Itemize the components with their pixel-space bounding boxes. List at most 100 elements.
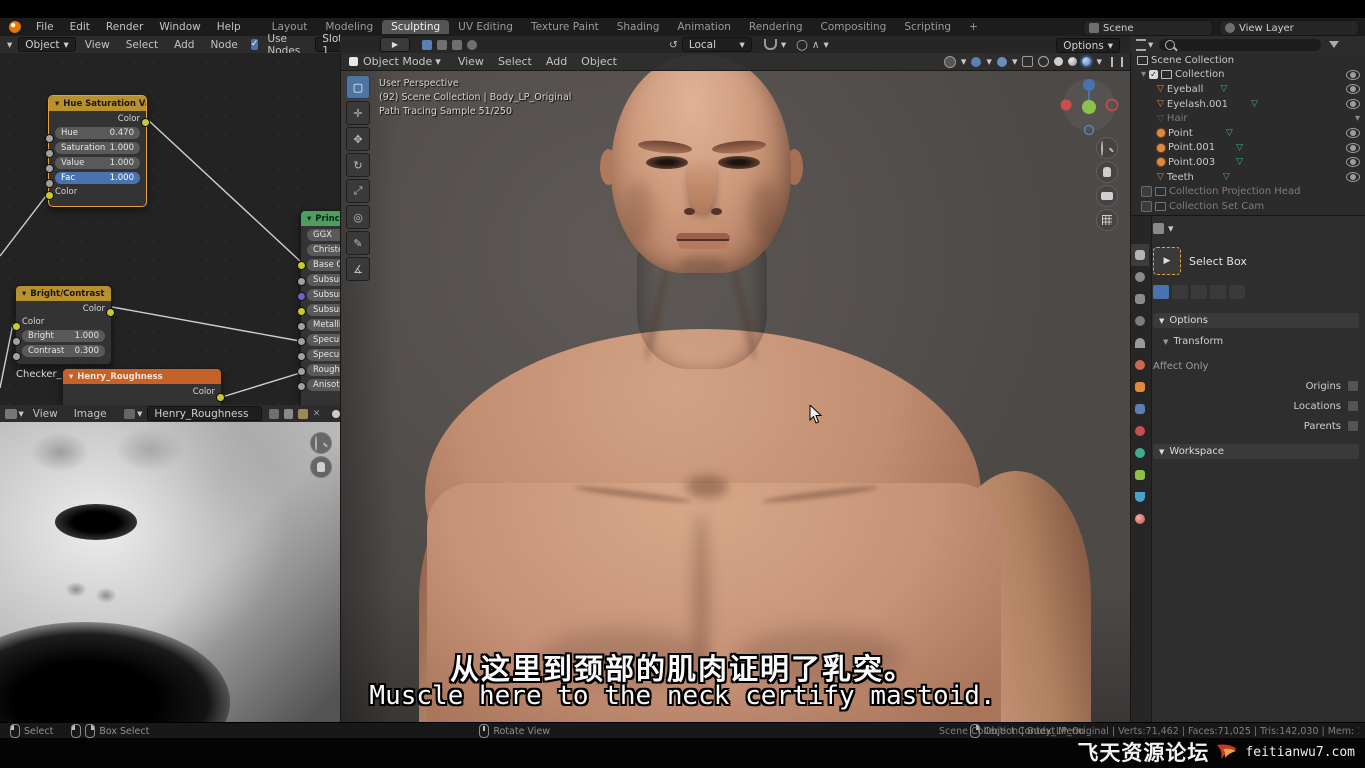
options-section-header[interactable]: ▼ Options	[1153, 313, 1359, 328]
menu-help[interactable]: Help	[209, 21, 249, 33]
brush-display-icon-4[interactable]	[467, 39, 477, 50]
tool-select-box[interactable]: ▢	[346, 75, 370, 99]
tool-annotate[interactable]: ✎	[346, 231, 370, 255]
collection-checkbox[interactable]	[1141, 186, 1152, 198]
scene-selector[interactable]: Scene	[1083, 20, 1213, 36]
tab-output[interactable]	[1131, 288, 1149, 310]
collapse-icon[interactable]: ▾	[69, 372, 73, 382]
subsurface-socket[interactable]	[297, 277, 306, 286]
tab-active-tool[interactable]	[1131, 244, 1149, 266]
new-image-icon[interactable]	[269, 408, 279, 419]
pause-icon[interactable]	[1111, 56, 1123, 67]
metallic-socket[interactable]	[297, 322, 306, 331]
origins-checkbox[interactable]	[1347, 380, 1359, 392]
menu-file[interactable]: File	[28, 21, 62, 33]
distribution-dropdown[interactable]: GGX	[307, 229, 340, 241]
shader-node-editor[interactable]: ▾ Hue Saturation Value Color Hue 0.470 Sa…	[0, 53, 340, 405]
viewport-zoom-button[interactable]	[1096, 137, 1118, 159]
viewport-menu-select[interactable]: Select	[491, 55, 539, 68]
tab-object[interactable]	[1131, 376, 1149, 398]
menu-render[interactable]: Render	[98, 21, 151, 33]
properties-context-path[interactable]: ▾	[1153, 222, 1359, 235]
chevron-down-icon[interactable]: ▾	[1012, 55, 1018, 68]
chevron-down-icon[interactable]: ▾	[986, 55, 992, 68]
viewport-pan-button[interactable]	[1096, 161, 1118, 183]
node-hue-saturation-value[interactable]: ▾ Hue Saturation Value Color Hue 0.470 Sa…	[45, 95, 150, 207]
collapse-icon[interactable]: ▾	[307, 214, 311, 224]
outliner-row-eyeball[interactable]: ▽ Eyeball ▽	[1131, 82, 1365, 97]
tab-view-layer[interactable]	[1131, 310, 1149, 332]
roughness-row[interactable]: Roughne	[307, 364, 340, 376]
saturation-slider[interactable]: Saturation 1.000	[55, 142, 140, 154]
outliner-row-hair[interactable]: ▽ Hair ▾	[1131, 111, 1365, 126]
tab-animation[interactable]: Animation	[668, 20, 740, 34]
outliner-row-point-003[interactable]: Point.003 ▽	[1131, 155, 1365, 170]
base-color-row[interactable]: Base Col	[307, 259, 340, 271]
outliner-row-collection-set-cam[interactable]: Collection Set Cam	[1131, 199, 1365, 214]
tool-transform[interactable]: ◎	[346, 205, 370, 229]
viewport-3d[interactable]: Object Mode ▾ View Select Add Object ▾ ▾…	[340, 53, 1131, 722]
tab-render[interactable]	[1131, 266, 1149, 288]
contrast-socket[interactable]	[12, 352, 21, 361]
tool-scale[interactable]: ⤢	[346, 179, 370, 203]
viewport-menu-object[interactable]: Object	[574, 55, 624, 68]
parents-checkbox[interactable]	[1347, 420, 1359, 432]
snap-magnet-icon[interactable]	[763, 39, 777, 50]
viewport-menu-view[interactable]: View	[451, 55, 491, 68]
output-socket[interactable]	[141, 118, 150, 127]
options-dropdown[interactable]: Options ▾	[1056, 38, 1120, 53]
select-mode-intersect[interactable]	[1229, 285, 1245, 299]
contrast-slider[interactable]: Contrast 0.300	[22, 345, 105, 357]
node-header[interactable]: ▾ Hue Saturation Value	[49, 96, 146, 111]
image-editor-canvas[interactable]	[0, 422, 340, 722]
proportional-falloff-icon[interactable]: ∧	[812, 39, 820, 51]
base-color-socket[interactable]	[297, 261, 306, 270]
tab-texture-paint[interactable]: Texture Paint	[522, 20, 608, 34]
active-tool-icon-button[interactable]: ▶	[380, 37, 410, 52]
pivot-point-icon[interactable]	[943, 55, 956, 68]
value-socket[interactable]	[45, 164, 54, 173]
output-socket[interactable]	[216, 393, 225, 402]
outliner-row-point-001[interactable]: Point.001 ▽	[1131, 141, 1365, 156]
shader-menu-select[interactable]: Select	[119, 39, 165, 51]
tab-shading[interactable]: Shading	[608, 20, 669, 34]
tab-uv-editing[interactable]: UV Editing	[449, 20, 522, 34]
color-input-socket[interactable]	[12, 322, 21, 331]
outliner-filter-icon[interactable]	[1136, 38, 1146, 51]
menu-edit[interactable]: Edit	[62, 21, 98, 33]
tool-move[interactable]: ✥	[346, 127, 370, 151]
active-tool-thumbnail[interactable]: ▶	[1153, 247, 1181, 275]
brush-display-icon-2[interactable]	[437, 39, 447, 50]
fac-socket[interactable]	[45, 179, 54, 188]
subsurface-row[interactable]: Subsurf	[307, 274, 340, 286]
viewport-menu-add[interactable]: Add	[539, 55, 574, 68]
node-image-texture[interactable]: ▾ Henry_Roughness Color	[62, 368, 225, 405]
eye-icon[interactable]	[1346, 142, 1360, 153]
blender-logo-icon[interactable]	[9, 21, 21, 33]
subsurface-color-row[interactable]: Subsurf	[307, 304, 340, 316]
image-menu-image[interactable]: Image	[67, 408, 114, 420]
filter-funnel-icon[interactable]	[1329, 41, 1340, 48]
hue-slider[interactable]: Hue 0.470	[55, 127, 140, 139]
eye-icon[interactable]	[1346, 84, 1360, 95]
tab-scene[interactable]	[1131, 332, 1149, 354]
menu-window[interactable]: Window	[151, 21, 208, 33]
specular-tint-socket[interactable]	[297, 352, 306, 361]
tab-world[interactable]	[1131, 354, 1149, 376]
transform-orientation-dropdown[interactable]: Local ▾	[681, 37, 752, 52]
tab-modifiers[interactable]	[1131, 398, 1149, 420]
chevron-down-icon[interactable]: ▾	[1148, 39, 1153, 51]
shading-rendered-icon[interactable]	[1082, 57, 1092, 66]
anisotropic-socket[interactable]	[297, 382, 306, 391]
select-mode-extend[interactable]	[1172, 285, 1188, 299]
chevron-down-icon[interactable]: ▾	[961, 55, 967, 68]
subsurface-color-socket[interactable]	[297, 307, 306, 316]
zoom-gizmo-button[interactable]	[310, 432, 332, 454]
shader-menu-node[interactable]: Node	[203, 39, 244, 51]
navigation-gizmo[interactable]	[1059, 75, 1119, 139]
node-bright-contrast[interactable]: ▾ Bright/Contrast Color Color Bright 1.00…	[12, 285, 115, 365]
tool-rotate[interactable]: ↻	[346, 153, 370, 177]
tab-physics[interactable]	[1131, 442, 1149, 464]
use-nodes-checkbox[interactable]: ✓	[250, 39, 259, 50]
image-editor-type-icon[interactable]	[5, 408, 17, 419]
